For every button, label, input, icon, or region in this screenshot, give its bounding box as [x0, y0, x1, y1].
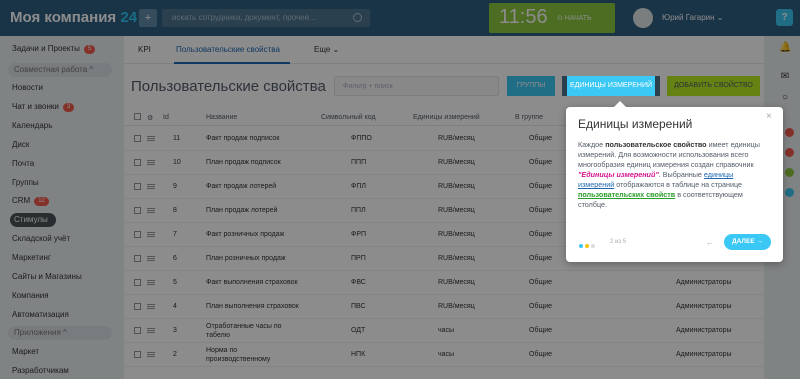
close-icon[interactable]: × [766, 111, 772, 122]
step-dot[interactable] [591, 244, 595, 248]
units-button-highlight[interactable]: ЕДИНИЦЫ ИЗМЕРЕНИЙ [562, 76, 660, 96]
next-button[interactable]: ДАЛЕЕ → [724, 234, 771, 250]
step-dot[interactable] [579, 244, 583, 248]
step-dots [579, 241, 597, 250]
properties-link[interactable]: пользовательских свойств [578, 190, 675, 199]
back-arrow-icon[interactable]: ← [706, 238, 714, 247]
step-counter: 2 из 5 [610, 239, 627, 245]
step-dot-active[interactable] [585, 244, 589, 248]
tour-popup: Единицы измерений × Каждое пользовательс… [566, 101, 783, 262]
popup-text: Каждое пользовательское свойство имеет е… [578, 140, 760, 209]
popup-title: Единицы измерений [578, 117, 693, 131]
